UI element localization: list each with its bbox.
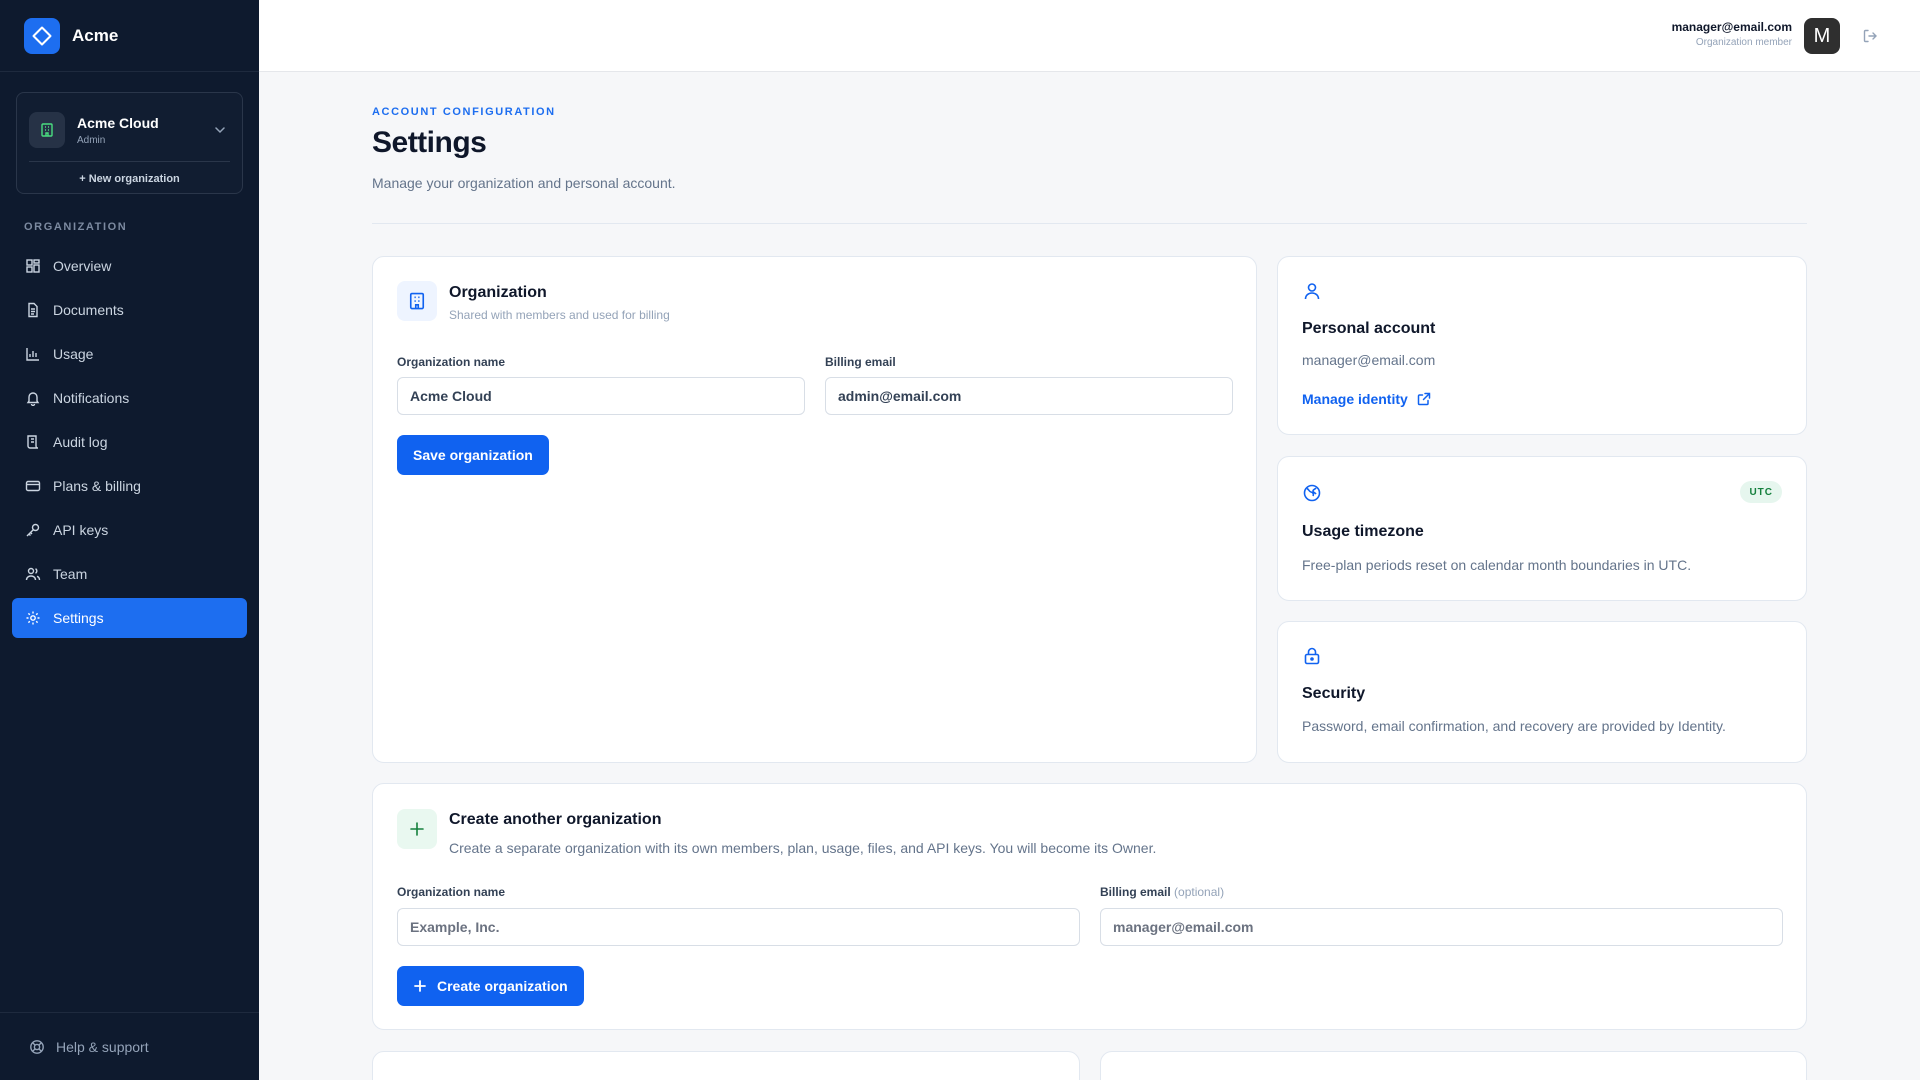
nav-section-label: ORGANIZATION [24, 221, 128, 233]
sidebar-item-label: Documents [53, 302, 124, 318]
create-organization-card: Create another organization Create a sep… [372, 783, 1807, 1030]
org-name-input[interactable]: Acme Cloud [397, 377, 805, 415]
personal-account-card: Personal account manager@email.com Manag… [1277, 256, 1807, 435]
chevron-down-icon[interactable] [210, 120, 230, 140]
brand[interactable]: Acme [0, 0, 259, 72]
optional-hint: (optional) [1174, 885, 1225, 899]
divider [372, 223, 1807, 224]
billing-email-label: Billing email [825, 355, 896, 369]
new-billing-email-input[interactable]: manager@email.com [1100, 908, 1783, 946]
page-title: Settings [372, 126, 487, 159]
billing-email-input[interactable]: admin@email.com [825, 377, 1233, 415]
sidebar-item-overview[interactable]: Overview [12, 246, 247, 286]
organization-card-subtitle: Shared with members and used for billing [449, 308, 670, 322]
create-organization-button[interactable]: Create organization [397, 966, 584, 1006]
sidebar-item-settings[interactable]: Settings [12, 598, 247, 638]
sidebar-nav: Overview Documents Usage Notifications A… [12, 246, 247, 642]
plus-icon [413, 979, 427, 993]
sidebar-item-label: Notifications [53, 390, 130, 406]
usage-timezone-text: Free-plan periods reset on calendar mont… [1302, 557, 1692, 573]
lifebuoy-icon [28, 1038, 46, 1056]
create-organization-title: Create another organization [449, 811, 662, 828]
save-organization-button[interactable]: Save organization [397, 435, 549, 475]
brand-name: Acme [72, 25, 119, 45]
new-org-name-label: Organization name [397, 885, 506, 899]
sidebar-item-label: Team [53, 566, 88, 582]
users-icon [24, 565, 42, 583]
sidebar: Acme Acme Cloud Admin + New organization… [0, 0, 259, 1080]
manage-identity-link[interactable]: Manage identity [1302, 391, 1431, 407]
sidebar-item-label: Usage [53, 346, 94, 362]
usage-timezone-title: Usage timezone [1302, 523, 1424, 540]
personal-email: manager@email.com [1302, 352, 1436, 368]
sidebar-item-documents[interactable]: Documents [12, 290, 247, 330]
bar-chart-icon [24, 345, 42, 363]
help-support-link[interactable]: Help & support [0, 1012, 259, 1080]
external-link-icon [1417, 392, 1431, 406]
globe-icon [1302, 483, 1322, 508]
key-icon [24, 521, 42, 539]
organization-card: Organization Shared with members and use… [372, 256, 1257, 763]
sidebar-item-label: API keys [53, 522, 109, 538]
timezone-badge: UTC [1740, 481, 1782, 503]
page-subtitle: Manage your organization and personal ac… [372, 175, 676, 191]
personal-account-title: Personal account [1302, 320, 1436, 337]
sidebar-item-usage[interactable]: Usage [12, 334, 247, 374]
new-organization-button[interactable]: + New organization [17, 173, 242, 185]
sidebar-item-label: Plans & billing [53, 478, 141, 494]
create-organization-subtitle: Create a separate organization with its … [449, 840, 1157, 856]
bottom-card-right [1100, 1051, 1807, 1080]
new-org-name-input[interactable]: Example, Inc. [397, 908, 1080, 946]
organization-card-title: Organization [449, 284, 547, 301]
manage-identity-label: Manage identity [1302, 391, 1408, 407]
usage-timezone-card: UTC Usage timezone Free-plan periods res… [1277, 456, 1807, 601]
avatar[interactable]: M [1804, 18, 1840, 54]
logo-icon [24, 17, 60, 54]
page-eyebrow: ACCOUNT CONFIGURATION [372, 106, 556, 118]
sidebar-item-audit-log[interactable]: Audit log [12, 422, 247, 462]
plus-icon [397, 809, 437, 849]
sidebar-item-notifications[interactable]: Notifications [12, 378, 247, 418]
user-email: manager@email.com [1671, 20, 1792, 34]
help-label: Help & support [56, 1038, 149, 1055]
org-name: Acme Cloud [77, 114, 159, 131]
create-organization-label: Create organization [437, 978, 568, 994]
bottom-card-left [372, 1051, 1080, 1080]
sidebar-item-label: Audit log [53, 434, 108, 450]
new-billing-email-label: Billing email (optional) [1100, 885, 1224, 899]
user-info: manager@email.com Organization member [1672, 20, 1792, 48]
sidebar-item-team[interactable]: Team [12, 554, 247, 594]
sidebar-item-plans-billing[interactable]: Plans & billing [12, 466, 247, 506]
topbar: manager@email.com Organization member M [259, 0, 1920, 72]
divider [29, 161, 230, 162]
grid-icon [24, 257, 42, 275]
new-billing-email-label-text: Billing email [1100, 885, 1171, 899]
building-icon [397, 281, 437, 321]
scroll-icon [24, 433, 42, 451]
document-icon [24, 301, 42, 319]
logout-icon[interactable] [1860, 26, 1880, 46]
org-switcher[interactable]: Acme Cloud Admin + New organization [16, 92, 243, 194]
user-icon [1302, 281, 1322, 306]
user-role: Organization member [1695, 37, 1792, 48]
security-title: Security [1302, 685, 1366, 702]
sidebar-item-label: Settings [53, 610, 104, 626]
security-text: Password, email confirmation, and recove… [1302, 718, 1726, 734]
org-role: Admin [77, 134, 106, 146]
lock-icon [1302, 646, 1322, 671]
sidebar-item-label: Overview [53, 258, 112, 274]
credit-card-icon [24, 477, 42, 495]
security-card: Security Password, email confirmation, a… [1277, 621, 1807, 763]
org-name-label: Organization name [397, 355, 506, 369]
bell-icon [24, 389, 42, 407]
sidebar-item-api-keys[interactable]: API keys [12, 510, 247, 550]
gear-icon [24, 609, 42, 627]
building-icon [29, 112, 65, 148]
